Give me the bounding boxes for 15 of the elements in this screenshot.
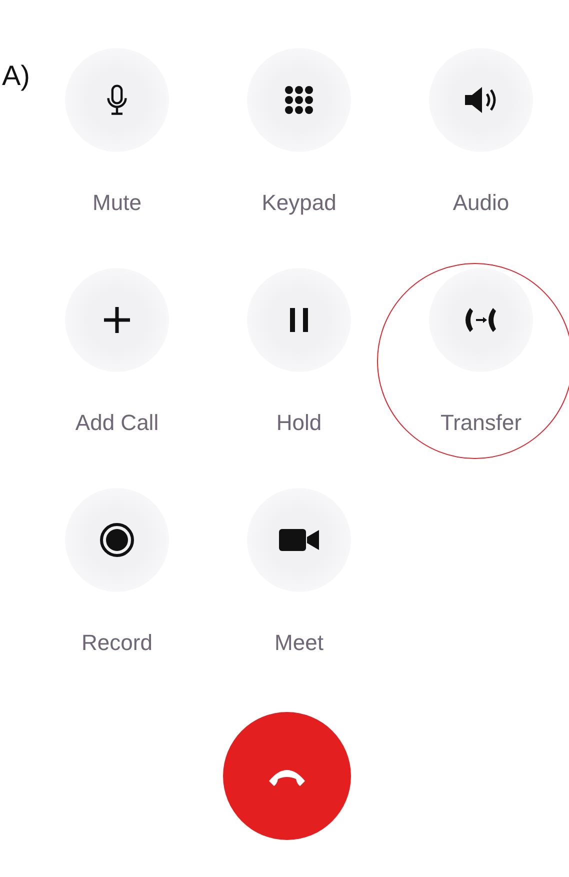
button-label: Mute — [92, 190, 142, 216]
button-label: Meet — [274, 630, 324, 656]
button-label: Add Call — [75, 410, 159, 436]
video-camera-icon — [278, 526, 320, 554]
button-label: Audio — [452, 190, 510, 216]
keypad-icon — [284, 85, 314, 115]
button-label: Hold — [276, 410, 322, 436]
button-label: Transfer — [440, 410, 522, 436]
button-label: Record — [82, 630, 152, 656]
pause-icon — [288, 306, 310, 334]
panel-label: A) — [2, 60, 30, 92]
button-label: Keypad — [262, 190, 336, 216]
plus-icon — [102, 305, 132, 335]
record-icon — [99, 522, 135, 558]
microphone-icon — [106, 84, 128, 116]
